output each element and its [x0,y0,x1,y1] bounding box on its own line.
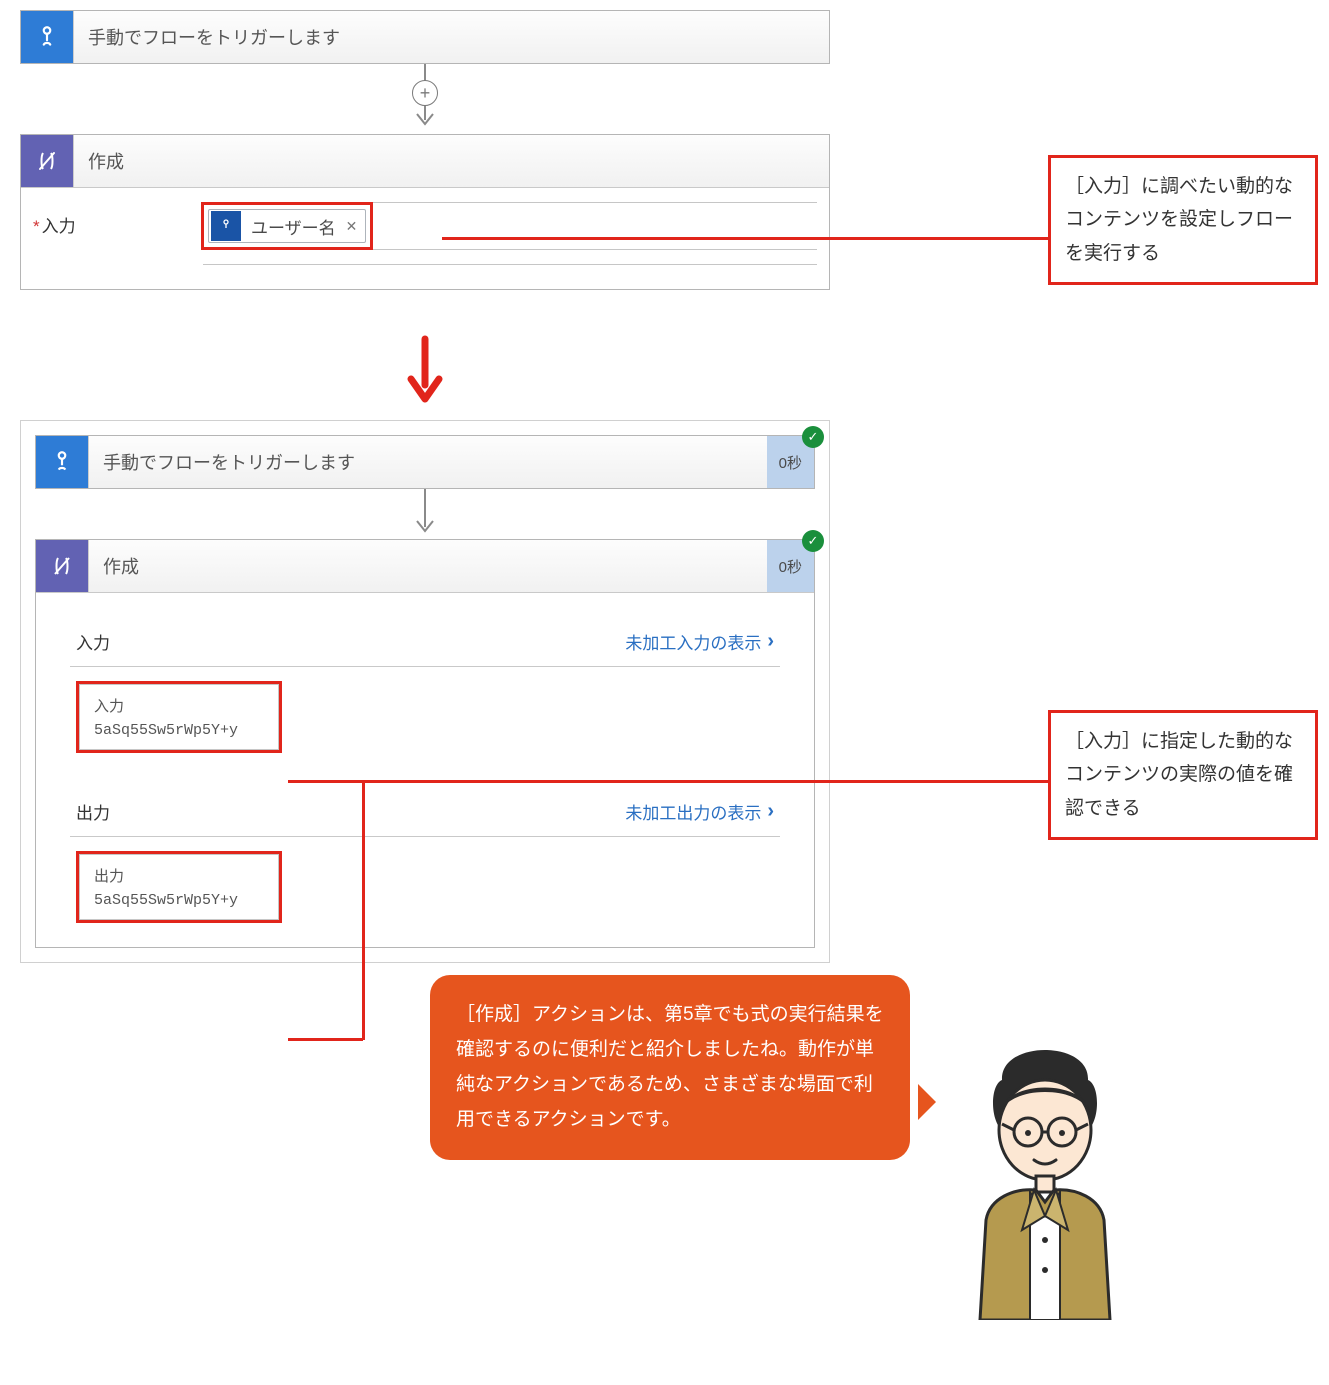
output-section-header: 出力 未加工出力の表示 › [70,787,780,837]
output-value: 5aSq55Sw5rWp5Y+y [94,892,264,909]
dynamic-content-token[interactable]: ユーザー名 ✕ [208,209,366,243]
trigger-icon [36,436,88,488]
show-raw-input-link[interactable]: 未加工入力の表示 › [625,629,774,654]
add-step-button[interactable]: + [412,80,438,106]
token-label: ユーザー名 [241,214,346,239]
input-section-header: 入力 未加工入力の表示 › [70,617,780,667]
callout-connector-line [362,780,365,1040]
trigger-icon [21,11,73,63]
input-field-label: *入力 [33,202,203,237]
success-badge-icon: ✓ [802,530,824,552]
input-value-label: 入力 [94,695,264,716]
input-value: 5aSq55Sw5rWp5Y+y [94,722,264,739]
chevron-right-icon: › [767,630,774,653]
trigger-title: 手動でフローをトリガーします [73,11,829,63]
speech-bubble: ［作成］アクションは、第5章でも式の実行結果を確認するのに便利だと紹介しましたね… [430,975,910,1160]
compose-icon [21,135,73,187]
character-avatar [930,1020,1160,1325]
trigger-card[interactable]: 手動でフローをトリガーします [20,10,830,64]
compose-icon [36,540,88,592]
callout-value-check: ［入力］に指定した動的なコンテンツの実際の値を確認できる [1048,710,1318,840]
callout-connector-line [288,1038,363,1041]
token-trigger-icon [211,211,241,241]
chevron-right-icon: › [767,800,774,823]
callout-connector-line [288,780,1048,783]
output-value-label: 出力 [94,865,264,886]
callout-connector-line [442,237,1048,240]
connector-arrow-icon [410,489,440,539]
success-badge-icon: ✓ [802,426,824,448]
compose-title: 作成 [73,135,829,187]
big-down-arrow-icon [405,335,445,405]
compose-card[interactable]: 作成 *入力 ユーザー名 [20,134,830,290]
show-raw-output-link[interactable]: 未加工出力の表示 › [625,799,774,824]
trigger-result-card[interactable]: ✓ 手動でフローをトリガーします 0秒 [35,435,815,489]
trigger-result-title: 手動でフローをトリガーします [88,436,767,488]
compose-result-title: 作成 [88,540,767,592]
callout-input-set: ［入力］に調べたい動的なコンテンツを設定しフローを実行する [1048,155,1318,285]
token-remove-icon[interactable]: ✕ [346,218,366,235]
compose-result-card[interactable]: ✓ 作成 0秒 入力 未加工入力の表示 › [35,539,815,948]
